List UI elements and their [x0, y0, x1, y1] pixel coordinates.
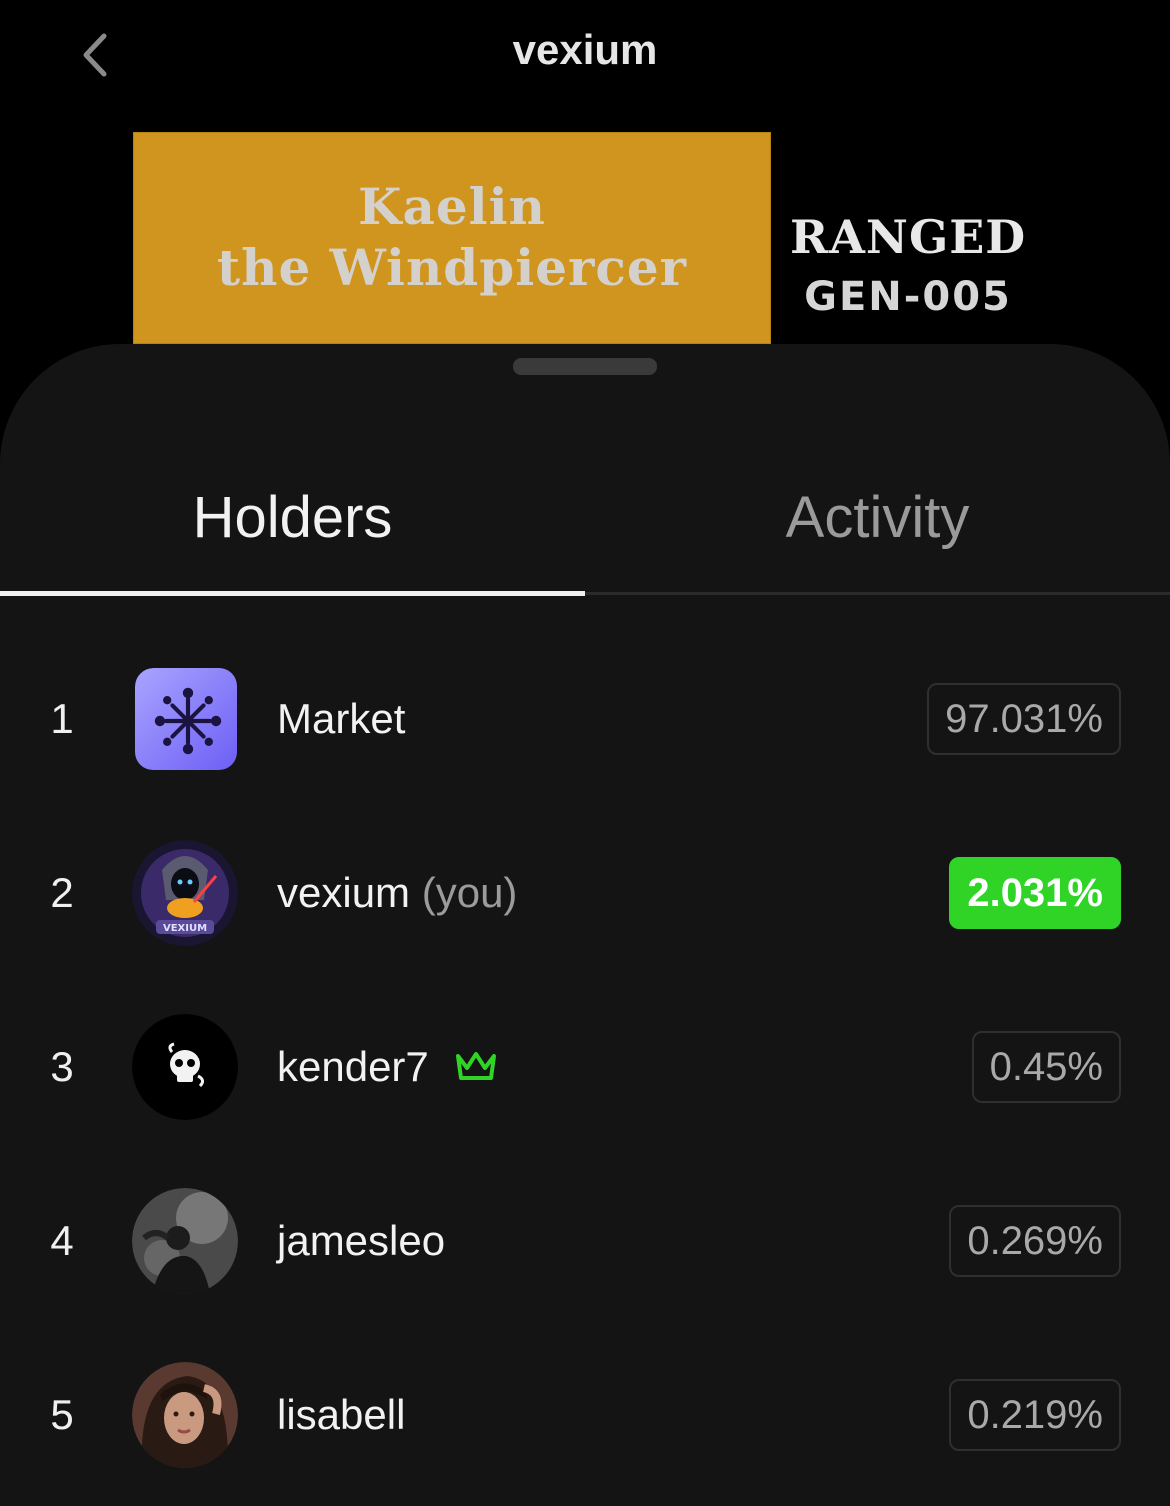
- holder-name[interactable]: kender7: [277, 1012, 499, 1122]
- holder-percentage: 0.219%: [949, 1379, 1121, 1451]
- crown-icon: [453, 1048, 499, 1084]
- holder-row[interactable]: 4 jamesleo 0.269%: [0, 1186, 1170, 1296]
- tab-holders[interactable]: Holders: [0, 484, 585, 551]
- svg-text:VEXIUM: VEXIUM: [163, 923, 207, 934]
- bottom-sheet: Holders Activity 1 Market 97.031% 2 VEXI…: [0, 344, 1170, 1506]
- holder-rank: 2: [50, 869, 74, 916]
- holder-row[interactable]: 2 VEXIUM vexium (you) 2.031%: [0, 838, 1170, 948]
- card-banner: Kaelin the Windpiercer: [133, 132, 771, 344]
- holder-name[interactable]: jamesleo: [277, 1186, 445, 1296]
- holder-rank: 4: [50, 1217, 74, 1264]
- card-class: RANGED: [790, 210, 1027, 264]
- tab-activity[interactable]: Activity: [585, 484, 1170, 551]
- photo-avatar: [132, 1362, 238, 1468]
- vexium-avatar: VEXIUM: [132, 840, 238, 946]
- holder-row[interactable]: 3 kender7 0.45%: [0, 1012, 1170, 1122]
- holder-percentage-highlighted: 2.031%: [949, 857, 1121, 929]
- holder-name[interactable]: Market: [277, 664, 405, 774]
- holder-name[interactable]: lisabell: [277, 1360, 405, 1470]
- holder-percentage: 0.45%: [971, 1031, 1121, 1103]
- active-tab-indicator: [0, 591, 585, 596]
- holder-rank: 3: [50, 1043, 74, 1090]
- card-name-line2: the Windpiercer: [217, 238, 687, 297]
- holder-rank: 5: [50, 1391, 74, 1438]
- holder-percentage: 97.031%: [927, 683, 1121, 755]
- sheet-drag-handle[interactable]: [513, 358, 657, 375]
- you-label: (you): [421, 869, 518, 916]
- holder-percentage: 0.269%: [949, 1205, 1121, 1277]
- card-generation: GEN-005: [804, 274, 1012, 320]
- holder-name[interactable]: vexium (you): [277, 838, 517, 948]
- card-name-line1: Kaelin: [357, 177, 546, 236]
- photo-avatar: [132, 1188, 238, 1294]
- holder-rank: 1: [50, 695, 74, 742]
- market-logo-icon: [135, 668, 237, 770]
- holder-row[interactable]: 5 lisabell 0.219%: [0, 1360, 1170, 1470]
- holder-row[interactable]: 1 Market 97.031%: [0, 664, 1170, 774]
- skull-avatar: [132, 1014, 238, 1120]
- page-title: vexium: [512, 26, 658, 73]
